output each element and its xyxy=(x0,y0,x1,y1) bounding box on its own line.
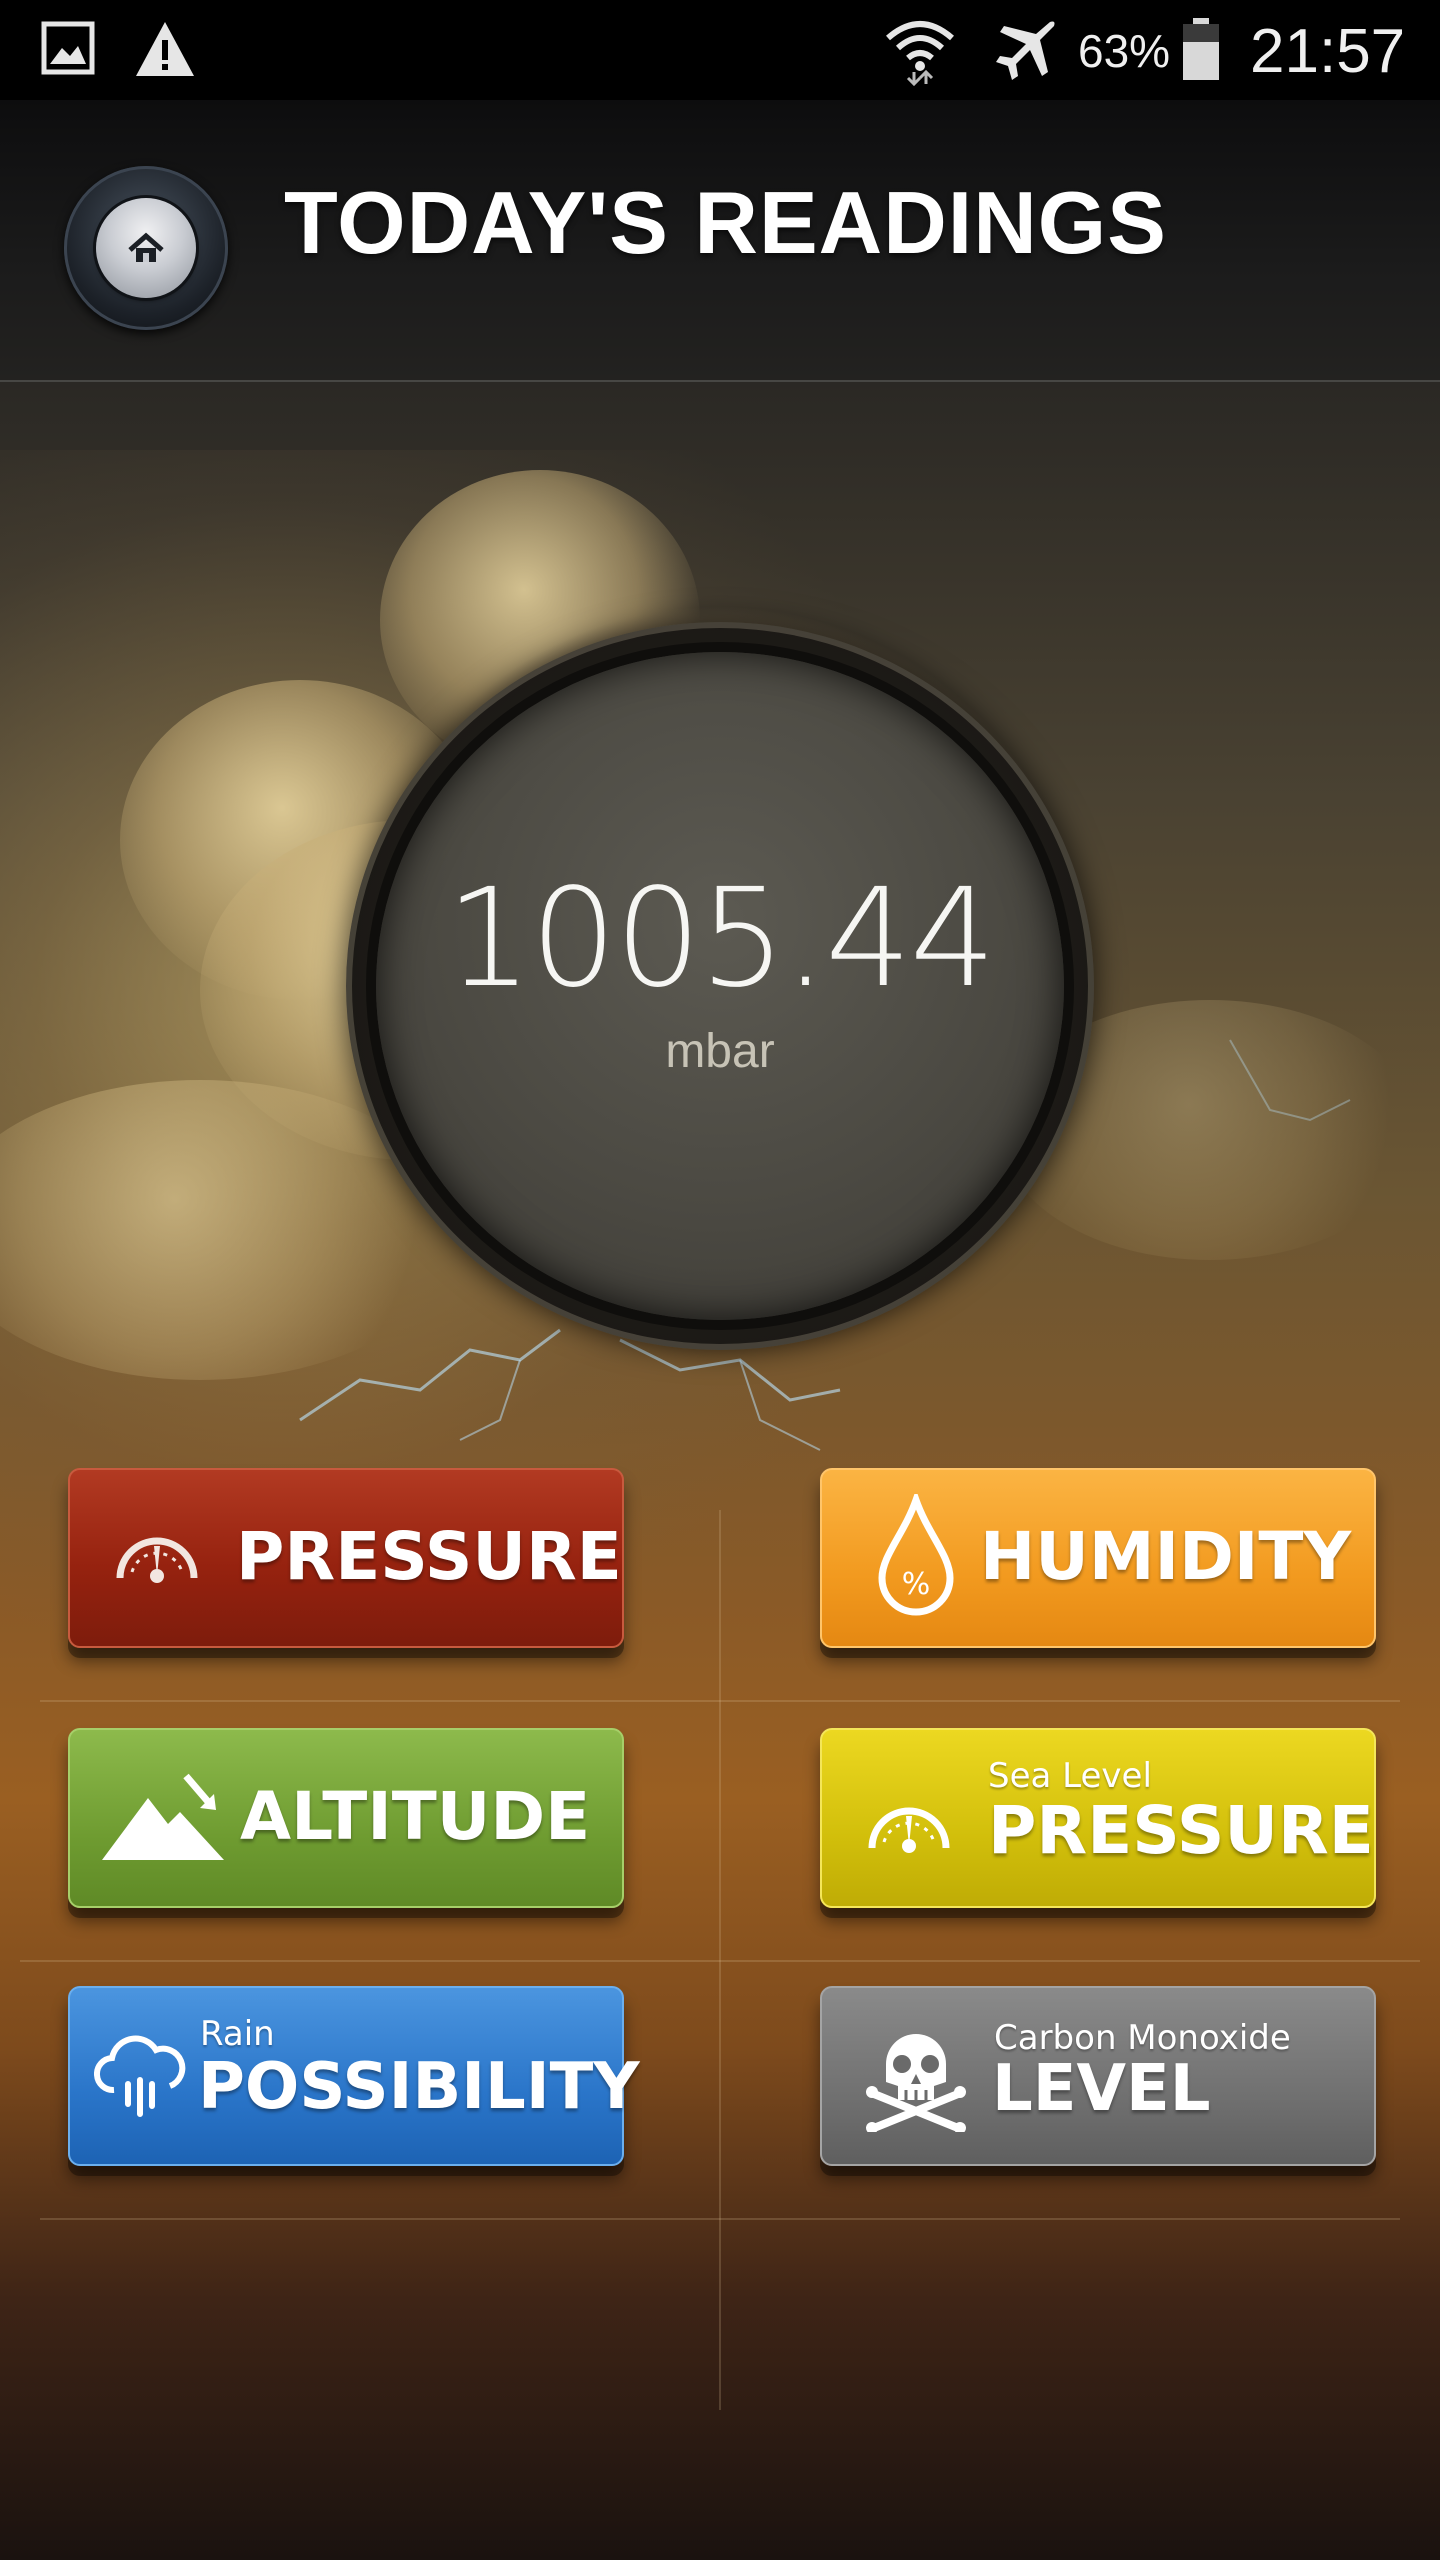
pressure-button-label: PRESSURE xyxy=(236,1518,622,1595)
sea-level-pressure-button-sublabel: Sea Level xyxy=(988,1756,1152,1796)
gallery-icon xyxy=(41,21,95,75)
pressure-button[interactable]: PRESSURE xyxy=(68,1468,624,1648)
gauge-icon xyxy=(116,1537,198,1583)
sea-level-pressure-button-label: PRESSURE xyxy=(988,1792,1374,1869)
clock: 21:57 xyxy=(1250,17,1406,86)
grid-divider-horizontal xyxy=(40,2218,1400,2220)
airplane-mode-icon xyxy=(996,21,1055,80)
rain-possibility-button-sublabel: Rain xyxy=(200,2014,275,2054)
grid-divider-horizontal xyxy=(40,1700,1400,1702)
altitude-button[interactable]: ALTITUDE xyxy=(68,1728,624,1908)
rain-cloud-icon xyxy=(94,2035,186,2117)
mountain-icon xyxy=(102,1773,224,1860)
rain-possibility-button-label: POSSIBILITY xyxy=(198,2050,640,2124)
page-title: TODAY'S READINGS xyxy=(284,173,1167,272)
home-button-face xyxy=(96,198,196,298)
skull-crossbones-icon xyxy=(866,2034,966,2132)
app-header: TODAY'S READINGS xyxy=(0,100,1440,382)
status-bar: 63% 21:57 xyxy=(0,0,1440,100)
gauge-icon xyxy=(868,1807,950,1853)
battery-icon xyxy=(1183,18,1219,80)
home-icon xyxy=(128,232,164,262)
water-drop-percent-icon: % xyxy=(878,1494,954,1616)
wifi-icon xyxy=(886,21,954,86)
battery-percent: 63% xyxy=(1078,25,1171,77)
humidity-button-label: HUMIDITY xyxy=(980,1518,1352,1595)
rain-possibility-button[interactable]: Rain POSSIBILITY xyxy=(68,1986,640,2166)
sea-level-pressure-button[interactable]: Sea Level PRESSURE xyxy=(820,1728,1376,1908)
pressure-reading-unit: mbar xyxy=(665,1025,775,1078)
app-screen: 63% 21:57 TODAY'S READINGS 1005.44 mbar xyxy=(0,0,1440,2560)
carbon-monoxide-level-button-label: LEVEL xyxy=(992,2052,1211,2126)
pressure-reading-value: 1005.44 xyxy=(445,860,996,1018)
svg-text:%: % xyxy=(902,1567,931,1602)
humidity-button[interactable]: % HUMIDITY xyxy=(820,1468,1376,1648)
grid-divider-horizontal xyxy=(20,1960,1420,1962)
carbon-monoxide-level-button[interactable]: Carbon Monoxide LEVEL xyxy=(820,1986,1376,2166)
warning-icon xyxy=(136,22,194,76)
altitude-button-label: ALTITUDE xyxy=(240,1778,591,1855)
home-button[interactable] xyxy=(64,166,228,330)
